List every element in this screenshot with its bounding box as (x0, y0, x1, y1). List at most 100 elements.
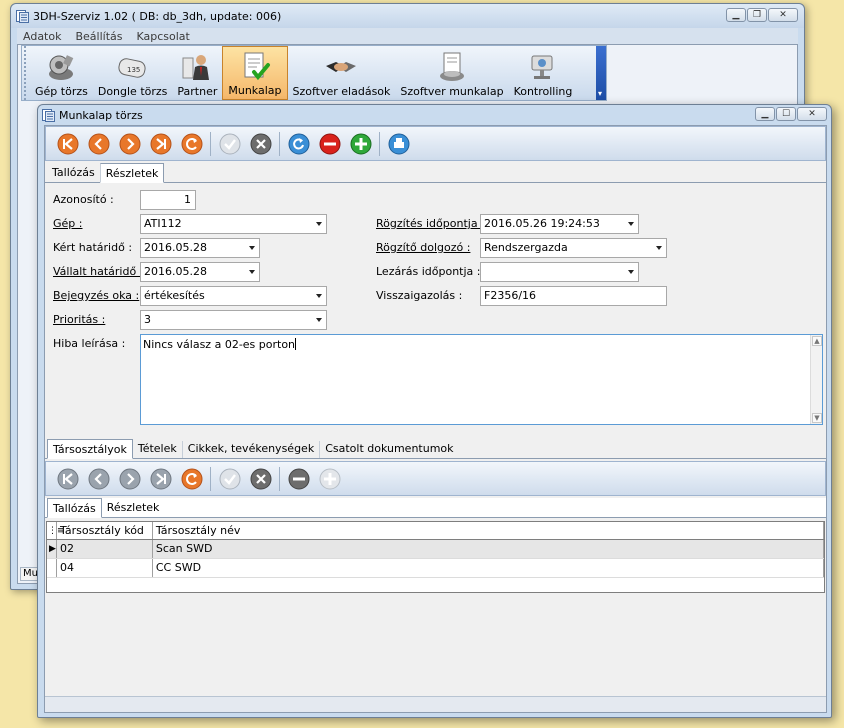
maximize-button[interactable]: ❐ (747, 8, 767, 22)
dropdown-arrow-icon[interactable] (249, 270, 255, 274)
vallalt-hatarido-label: Vállalt határidő : (53, 265, 144, 278)
post-button[interactable] (214, 128, 245, 159)
first-record-button[interactable] (52, 128, 83, 159)
main-toolbar: Gép törzs 135 Dongle törzs Partner Munka… (21, 45, 607, 101)
detail-add-button[interactable] (314, 463, 345, 494)
add-button[interactable] (345, 128, 376, 159)
last-record-button[interactable] (145, 128, 176, 159)
main-tabs: Tallózás Részletek (45, 163, 826, 183)
subtab-reszletek[interactable]: Részletek (102, 500, 165, 517)
dropdown-arrow-icon[interactable] (316, 222, 322, 226)
hiba-leirasa-textarea[interactable]: Nincs válasz a 02-es porton ▲ ▼ (140, 334, 823, 425)
menu-kapcsolat[interactable]: Kapcsolat (136, 30, 189, 43)
scroll-down-icon[interactable]: ▼ (812, 413, 822, 423)
minimize-button[interactable]: ▁ (726, 8, 746, 22)
detail-navigator (45, 461, 826, 496)
dropdown-arrow-icon[interactable] (316, 318, 322, 322)
table-row[interactable]: 04 CC SWD (47, 559, 824, 578)
close-button[interactable]: ✕ (768, 8, 798, 22)
gep-combo[interactable]: ATI112 (140, 214, 327, 234)
vallalt-hatarido-picker[interactable]: 2016.05.28 (140, 262, 260, 282)
print-icon (388, 133, 409, 154)
gep-value: ATI112 (144, 217, 182, 230)
subtab-tallozas[interactable]: Tallózás (47, 498, 102, 518)
toolbar-kontrolling[interactable]: Kontrolling (509, 46, 578, 100)
refresh-button[interactable] (176, 128, 207, 159)
tab-tallozas[interactable]: Tallózás (47, 165, 100, 182)
detail-post-button[interactable] (214, 463, 245, 494)
rogzites-idopontja-picker[interactable]: 2016.05.26 19:24:53 (480, 214, 639, 234)
next-record-button[interactable] (114, 128, 145, 159)
tab-cikkek[interactable]: Cikkek, tevékenységek (181, 441, 319, 458)
toolbar-overflow-button[interactable]: ▾ (596, 46, 606, 100)
cell-kod[interactable]: 04 (57, 559, 153, 577)
lezaras-idopontja-label: Lezárás időpontja : (376, 265, 481, 278)
reload-button[interactable] (283, 128, 314, 159)
toolbar-gep-torzs[interactable]: Gép törzs (30, 46, 93, 100)
toolbar-szoftver-munkalap[interactable]: Szoftver munkalap (395, 46, 508, 100)
column-header-nev[interactable]: Társosztály név (153, 522, 824, 539)
visszaigazolas-field[interactable]: F2356/16 (480, 286, 667, 306)
child-close-button[interactable]: ✕ (797, 107, 827, 121)
controlling-icon (526, 51, 560, 83)
cell-nev[interactable]: CC SWD (153, 559, 824, 577)
dropdown-arrow-icon[interactable] (249, 246, 255, 250)
detail-refresh-button[interactable] (176, 463, 207, 494)
toolbar-szoftver-eladasok[interactable]: Szoftver eladások (288, 46, 396, 100)
detail-delete-button[interactable] (283, 463, 314, 494)
cell-nev[interactable]: Scan SWD (153, 540, 824, 558)
toolbar-label: Gép törzs (35, 85, 88, 98)
rogzito-dolgozo-combo[interactable]: Rendszergazda (480, 238, 667, 258)
detail-prev-button[interactable] (83, 463, 114, 494)
dropdown-arrow-icon[interactable] (316, 294, 322, 298)
plus-icon (350, 133, 371, 154)
next-record-icon (119, 468, 140, 489)
delete-button[interactable] (314, 128, 345, 159)
child-minimize-button[interactable]: ▁ (755, 107, 775, 121)
scroll-up-icon[interactable]: ▲ (812, 336, 822, 346)
detail-first-button[interactable] (52, 463, 83, 494)
kert-hatarido-picker[interactable]: 2016.05.28 (140, 238, 260, 258)
row-indicator (47, 559, 57, 577)
cell-kod[interactable]: 02 (57, 540, 153, 558)
toolbar-partner[interactable]: Partner (172, 46, 222, 100)
bejegyzes-oka-combo[interactable]: értékesítés (140, 286, 327, 306)
dropdown-arrow-icon[interactable] (628, 270, 634, 274)
main-titlebar[interactable]: 3DH-Szerviz 1.02 ( DB: db_3dh, update: 0… (11, 4, 804, 28)
toolbar-dongle-torzs[interactable]: 135 Dongle törzs (93, 46, 173, 100)
lezaras-idopontja-picker[interactable] (480, 262, 639, 282)
app-icon (16, 10, 29, 26)
textarea-scrollbar[interactable]: ▲ ▼ (810, 335, 822, 424)
tab-reszletek[interactable]: Részletek (99, 163, 165, 183)
tab-tarsosztalyok[interactable]: Társosztályok (47, 439, 133, 459)
grid-header: ⋮≡ Társosztály kód Társosztály név (47, 522, 824, 540)
toolbar-munkalap[interactable]: Munkalap (222, 46, 288, 100)
toolbar-grip[interactable] (22, 46, 30, 100)
software-worksheet-icon (435, 51, 469, 83)
prioritas-combo[interactable]: 3 (140, 310, 327, 330)
detail-next-button[interactable] (114, 463, 145, 494)
child-maximize-button[interactable]: ☐ (776, 107, 796, 121)
last-record-icon (150, 133, 171, 154)
tab-tetelek[interactable]: Tételek (133, 441, 182, 458)
minimize-icon: ▁ (732, 9, 740, 20)
print-button[interactable] (383, 128, 414, 159)
child-titlebar[interactable]: Munkalap törzs ▁ ☐ ✕ (38, 105, 831, 125)
detail-cancel-button[interactable] (245, 463, 276, 494)
child-status-bar (45, 696, 826, 712)
menu-beallitas[interactable]: Beállítás (75, 30, 122, 43)
prev-record-button[interactable] (83, 128, 114, 159)
first-record-icon (57, 468, 78, 489)
dropdown-arrow-icon[interactable] (656, 246, 662, 250)
azonosito-field[interactable]: 1 (140, 190, 196, 210)
table-row[interactable]: ▶ 02 Scan SWD (47, 540, 824, 559)
column-header-kod[interactable]: Társosztály kód (57, 522, 153, 539)
grid-options-icon[interactable]: ⋮≡ (47, 522, 65, 539)
tab-csatolt-dokumentumok[interactable]: Csatolt dokumentumok (319, 441, 458, 458)
toolbar-label: Partner (177, 85, 218, 98)
dropdown-arrow-icon[interactable] (628, 222, 634, 226)
gep-label: Gép : (53, 217, 83, 230)
cancel-button[interactable] (245, 128, 276, 159)
detail-last-button[interactable] (145, 463, 176, 494)
menu-adatok[interactable]: Adatok (23, 30, 61, 43)
